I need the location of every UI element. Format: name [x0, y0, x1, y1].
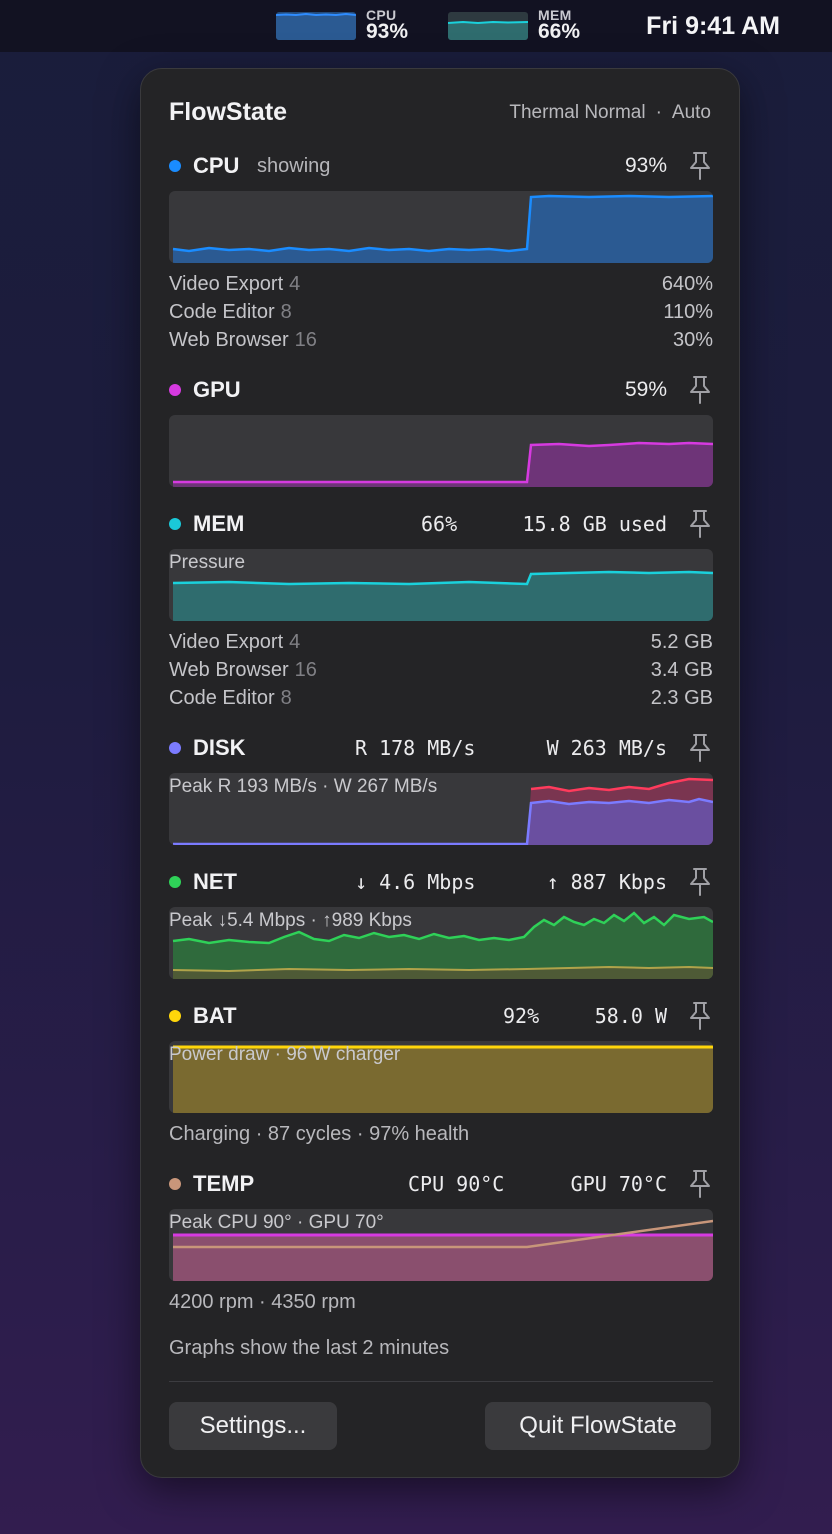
temp-cpu: CPU 90°C — [408, 1172, 505, 1196]
mem-dot — [169, 518, 181, 530]
graph-window-note: Graphs show the last 2 minutes — [169, 1337, 450, 1359]
mem-value: 66% — [421, 512, 458, 536]
net-dot — [169, 876, 181, 888]
net-down: ↓ 4.6 Mbps — [355, 870, 476, 894]
temp-name: TEMP — [193, 1171, 255, 1196]
process-name: Code Editor — [169, 687, 275, 709]
quit-button[interactable]: Quit FlowState — [485, 1402, 711, 1450]
process-name: Web Browser — [169, 329, 289, 351]
cpu-process-row[interactable]: Web Browser 16 30% — [169, 327, 713, 355]
process-count: 16 — [294, 329, 317, 351]
mem-process-row[interactable]: Web Browser 16 3.4 GB — [169, 657, 713, 685]
process-name: Code Editor — [169, 301, 275, 323]
process-value: 3.4 GB — [650, 659, 713, 681]
bat-section-header: BAT 92% 58.0 W — [169, 1001, 713, 1031]
disk-name: DISK — [193, 735, 246, 760]
bat-dot — [169, 1010, 181, 1022]
process-value: 110% — [663, 301, 713, 323]
pin-icon[interactable] — [687, 151, 713, 181]
pin-icon[interactable] — [687, 733, 713, 763]
pin-icon[interactable] — [687, 375, 713, 405]
mem-section-header: MEM 66% 15.8 GB used — [169, 509, 713, 539]
cpu-name: CPU — [193, 153, 240, 178]
settings-button[interactable]: Settings... — [169, 1402, 337, 1450]
process-name: Video Export — [169, 273, 284, 295]
disk-graph: Peak R 193 MB/s · W 267 MB/s — [169, 773, 713, 845]
menubar-clock[interactable]: Fri 9:41 AM — [646, 12, 780, 41]
menubar-cpu-graph[interactable] — [276, 12, 356, 40]
mem-used: 15.8 GB used — [522, 512, 668, 536]
gpu-dot — [169, 384, 181, 396]
cpu-process-row[interactable]: Code Editor 8 110% — [169, 299, 713, 327]
menubar-mem-readout[interactable]: MEM 66% — [538, 8, 580, 42]
process-value: 30% — [672, 329, 713, 351]
net-up: ↑ 887 Kbps — [546, 870, 667, 894]
bat-info: Charging · 87 cycles · 97% health — [169, 1123, 470, 1145]
menubar-mem-value: 66% — [538, 20, 581, 43]
bat-graph: Power draw · 96 W charger — [169, 1041, 713, 1113]
mem-name: MEM — [193, 511, 245, 536]
process-count: 16 — [294, 659, 317, 681]
pin-icon[interactable] — [687, 1169, 713, 1199]
temp-info: 4200 rpm · 4350 rpm — [169, 1291, 356, 1313]
mode-label[interactable]: Auto — [672, 102, 711, 123]
temp-gpu: GPU 70°C — [570, 1172, 667, 1196]
temp-graph-caption: Peak CPU 90° · GPU 70° — [169, 1212, 384, 1233]
cpu-section-header: CPU showing 93% — [169, 151, 713, 181]
cpu-graph — [169, 191, 713, 263]
net-section-header: NET ↓ 4.6 Mbps ↑ 887 Kbps — [169, 867, 713, 897]
thermal-separator: · — [655, 102, 662, 123]
bat-graph-caption: Power draw · 96 W charger — [169, 1044, 401, 1065]
footer-divider — [169, 1381, 713, 1382]
mem-graph-caption: Pressure — [169, 552, 246, 573]
temp-dot — [169, 1178, 181, 1190]
bat-power: 58.0 W — [594, 1004, 667, 1028]
process-value: 640% — [661, 273, 713, 295]
gpu-name: GPU — [193, 377, 241, 402]
menu-bar: CPU 93% MEM 66% Fri 9:41 AM — [0, 0, 832, 52]
cpu-sub: showing — [257, 155, 331, 177]
flowstate-panel: FlowState Thermal Normal · Auto CPU showin… — [140, 68, 740, 1478]
disk-dot — [169, 742, 181, 754]
bat-value: 92% — [503, 1004, 540, 1028]
pin-icon[interactable] — [687, 867, 713, 897]
process-count: 8 — [280, 301, 292, 323]
pin-icon[interactable] — [687, 509, 713, 539]
mem-process-row[interactable]: Code Editor 8 2.3 GB — [169, 685, 713, 713]
net-name: NET — [193, 869, 237, 894]
pin-icon[interactable] — [687, 1001, 713, 1031]
disk-write: W 263 MB/s — [546, 736, 667, 760]
temp-section-header: TEMP CPU 90°C GPU 70°C — [169, 1169, 713, 1199]
disk-section-header: DISK R 178 MB/s W 263 MB/s — [169, 733, 713, 763]
menubar-cpu-readout[interactable]: CPU 93% — [366, 8, 408, 42]
cpu-dot — [169, 160, 181, 172]
process-count: 4 — [289, 631, 301, 653]
process-name: Video Export — [169, 631, 284, 653]
mem-process-row[interactable]: Video Export 4 5.2 GB — [169, 629, 713, 657]
gpu-value: 59% — [624, 378, 667, 401]
thermal-label: Thermal Normal — [509, 102, 646, 123]
net-graph-caption: Peak ↓5.4 Mbps · ↑989 Kbps — [169, 910, 412, 931]
gpu-section-header: GPU 59% — [169, 375, 713, 405]
cpu-process-row[interactable]: Video Export 4 640% — [169, 271, 713, 299]
process-value: 5.2 GB — [650, 631, 713, 653]
disk-graph-caption: Peak R 193 MB/s · W 267 MB/s — [169, 776, 438, 797]
disk-read: R 178 MB/s — [355, 736, 476, 760]
panel-title: FlowState — [169, 98, 288, 126]
menubar-cpu-value: 93% — [366, 20, 409, 43]
thermal-status: Thermal Normal · Auto — [509, 102, 711, 124]
bat-name: BAT — [193, 1003, 237, 1028]
process-name: Web Browser — [169, 659, 289, 681]
mem-graph: Pressure — [169, 549, 713, 621]
cpu-value: 93% — [624, 154, 667, 177]
gpu-graph — [169, 415, 713, 487]
menubar-mem-graph[interactable] — [448, 12, 528, 40]
process-count: 4 — [289, 273, 301, 295]
temp-graph: Peak CPU 90° · GPU 70° — [169, 1209, 713, 1281]
process-value: 2.3 GB — [650, 687, 713, 709]
net-graph: Peak ↓5.4 Mbps · ↑989 Kbps — [169, 907, 713, 979]
process-count: 8 — [280, 687, 292, 709]
